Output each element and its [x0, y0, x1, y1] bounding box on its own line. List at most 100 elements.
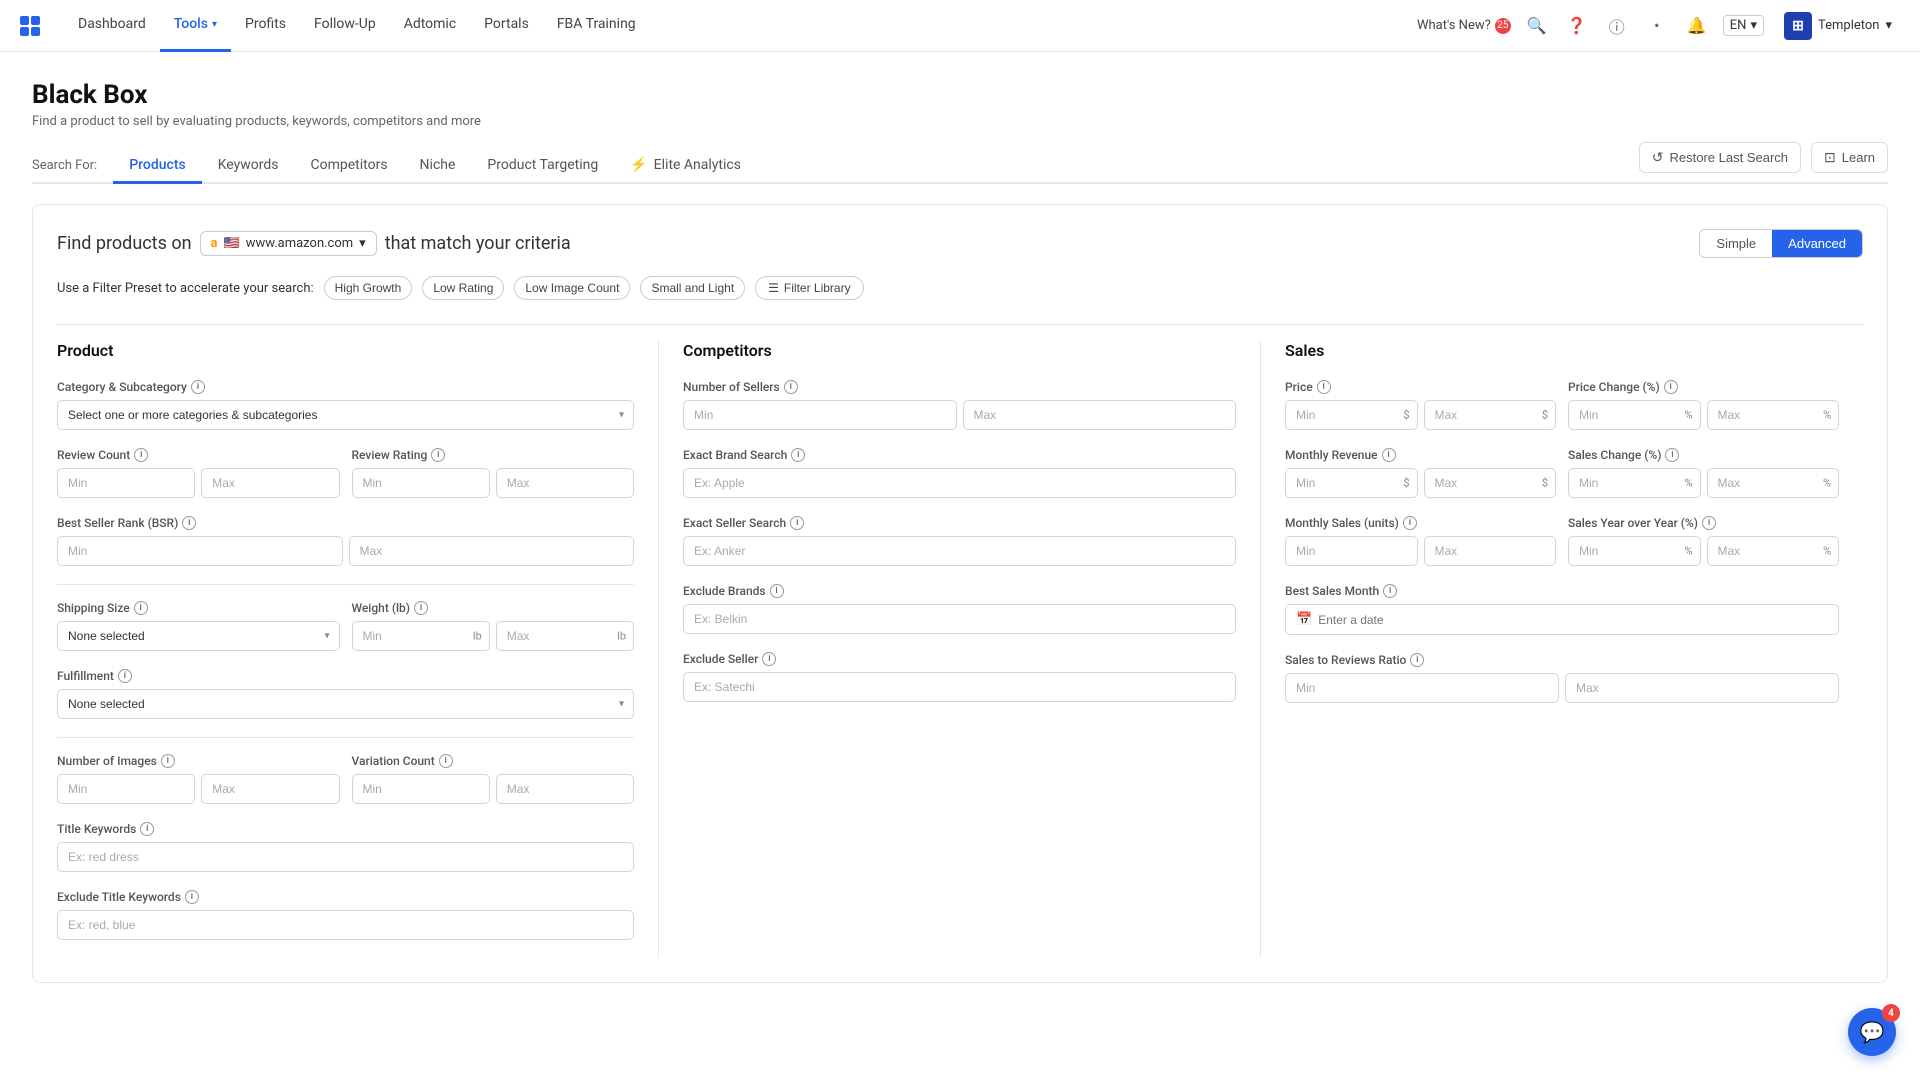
tab-niche[interactable]: Niche — [404, 149, 472, 184]
nav-adtomic[interactable]: Adtomic — [390, 0, 470, 52]
weight-max[interactable] — [496, 621, 634, 651]
monthly-revenue-info-icon[interactable]: i — [1382, 448, 1396, 462]
user-menu[interactable]: ⊞ Templeton ▾ — [1776, 8, 1900, 44]
competitors-section: Competitors Number of Sellers i Exac — [659, 341, 1261, 958]
num-images-max[interactable] — [201, 774, 339, 804]
variation-count-max[interactable] — [496, 774, 634, 804]
tab-product-targeting[interactable]: Product Targeting — [471, 149, 614, 184]
nav-profits[interactable]: Profits — [231, 0, 300, 52]
variation-count-min[interactable] — [352, 774, 490, 804]
restore-search-button[interactable]: ↺ Restore Last Search — [1639, 142, 1801, 173]
best-sales-month-input-wrapper[interactable]: 📅 — [1285, 604, 1839, 635]
sales-change-min[interactable] — [1568, 468, 1701, 498]
sales-yoy-info-icon[interactable]: i — [1702, 516, 1716, 530]
advanced-mode-button[interactable]: Advanced — [1772, 230, 1862, 257]
help-icon[interactable]: ❓ — [1563, 12, 1591, 40]
review-rating-info-icon[interactable]: i — [431, 448, 445, 462]
exact-brand-info-icon[interactable]: i — [791, 448, 805, 462]
preset-small-and-light[interactable]: Small and Light — [640, 276, 745, 300]
sales-reviews-ratio-info-icon[interactable]: i — [1410, 653, 1424, 667]
nav-tools[interactable]: Tools ▾ — [160, 0, 231, 52]
bell-icon[interactable]: 🔔 — [1683, 12, 1711, 40]
sales-change-info-icon[interactable]: i — [1665, 448, 1679, 462]
exact-brand-search-input[interactable] — [683, 468, 1236, 498]
shipping-size-info-icon[interactable]: i — [134, 601, 148, 615]
shipping-size-select[interactable]: None selected — [57, 621, 340, 651]
shipping-size-field-group: Shipping Size i None selected ▾ — [57, 601, 340, 651]
nav-follow-up[interactable]: Follow-Up — [300, 0, 390, 52]
monthly-sales-info-icon[interactable]: i — [1403, 516, 1417, 530]
title-keywords-input[interactable] — [57, 842, 634, 872]
tab-products[interactable]: Products — [113, 149, 202, 184]
info-icon[interactable]: ⓘ — [1603, 12, 1631, 40]
price-max[interactable] — [1424, 400, 1557, 430]
monthly-revenue-min[interactable] — [1285, 468, 1418, 498]
num-images-min[interactable] — [57, 774, 195, 804]
num-images-info-icon[interactable]: i — [161, 754, 175, 768]
title-keywords-info-icon[interactable]: i — [140, 822, 154, 836]
num-sellers-max[interactable] — [963, 400, 1237, 430]
sales-change-min-unit: % — [1684, 477, 1692, 490]
simple-mode-button[interactable]: Simple — [1700, 230, 1772, 257]
price-change-min[interactable] — [1568, 400, 1701, 430]
exclude-title-keywords-info-icon[interactable]: i — [185, 890, 199, 904]
language-selector[interactable]: EN ▾ — [1723, 15, 1764, 36]
bsr-min[interactable] — [57, 536, 343, 566]
exact-seller-search-input[interactable] — [683, 536, 1236, 566]
num-sellers-min[interactable] — [683, 400, 957, 430]
price-change-info-icon[interactable]: i — [1664, 380, 1678, 394]
monthly-revenue-max[interactable] — [1424, 468, 1557, 498]
filter-library-button[interactable]: ☰ Filter Library — [755, 276, 863, 300]
fulfillment-select[interactable]: None selected — [57, 689, 634, 719]
sales-reviews-ratio-min[interactable] — [1285, 673, 1559, 703]
preset-low-rating[interactable]: Low Rating — [422, 276, 504, 300]
exclude-brands-info-icon[interactable]: i — [770, 584, 784, 598]
variation-count-info-icon[interactable]: i — [439, 754, 453, 768]
tab-competitors[interactable]: Competitors — [295, 149, 404, 184]
review-count-max[interactable] — [201, 468, 339, 498]
exclude-title-keywords-input[interactable] — [57, 910, 634, 940]
review-count-min[interactable] — [57, 468, 195, 498]
nav-fba-training[interactable]: FBA Training — [543, 0, 650, 52]
exclude-title-keywords-field-group: Exclude Title Keywords i — [57, 890, 634, 940]
preset-low-image-count[interactable]: Low Image Count — [514, 276, 630, 300]
chat-button[interactable]: 💬 4 — [1848, 1008, 1896, 1056]
nav-portals[interactable]: Portals — [470, 0, 543, 52]
bsr-max[interactable] — [349, 536, 635, 566]
best-sales-month-info-icon[interactable]: i — [1383, 584, 1397, 598]
weight-info-icon[interactable]: i — [414, 601, 428, 615]
tab-elite-analytics[interactable]: ⚡ Elite Analytics — [614, 149, 757, 184]
preset-high-growth[interactable]: High Growth — [324, 276, 413, 300]
monthly-sales-min[interactable] — [1285, 536, 1418, 566]
search-icon[interactable]: 🔍 — [1523, 12, 1551, 40]
price-min[interactable] — [1285, 400, 1418, 430]
bsr-info-icon[interactable]: i — [182, 516, 196, 530]
category-select[interactable]: Select one or more categories & subcateg… — [57, 400, 634, 430]
learn-button[interactable]: ⊡ Learn — [1811, 142, 1888, 173]
exclude-seller-input[interactable] — [683, 672, 1236, 702]
tab-keywords[interactable]: Keywords — [202, 149, 295, 184]
nav-dashboard[interactable]: Dashboard — [64, 0, 160, 52]
weight-min[interactable] — [352, 621, 490, 651]
exact-seller-info-icon[interactable]: i — [790, 516, 804, 530]
sales-reviews-ratio-max[interactable] — [1565, 673, 1839, 703]
sales-yoy-max[interactable] — [1707, 536, 1840, 566]
sales-change-max[interactable] — [1707, 468, 1840, 498]
price-change-max[interactable] — [1707, 400, 1840, 430]
fulfillment-info-icon[interactable]: i — [118, 669, 132, 683]
exclude-brands-input[interactable] — [683, 604, 1236, 634]
best-sales-month-input[interactable] — [1318, 613, 1828, 627]
review-rating-min[interactable] — [352, 468, 490, 498]
category-info-icon[interactable]: i — [191, 380, 205, 394]
num-sellers-info-icon[interactable]: i — [784, 380, 798, 394]
monthly-sales-max[interactable] — [1424, 536, 1557, 566]
price-info-icon[interactable]: i — [1317, 380, 1331, 394]
whats-new-btn[interactable]: What's New? 25 — [1417, 18, 1511, 34]
review-rating-max[interactable] — [496, 468, 634, 498]
review-count-info-icon[interactable]: i — [134, 448, 148, 462]
logo[interactable] — [20, 16, 40, 36]
exclude-brands-field-group: Exclude Brands i — [683, 584, 1236, 634]
sales-yoy-min[interactable] — [1568, 536, 1701, 566]
exclude-seller-info-icon[interactable]: i — [762, 652, 776, 666]
amazon-marketplace-selector[interactable]: a 🇺🇸 www.amazon.com ▾ — [200, 231, 377, 256]
